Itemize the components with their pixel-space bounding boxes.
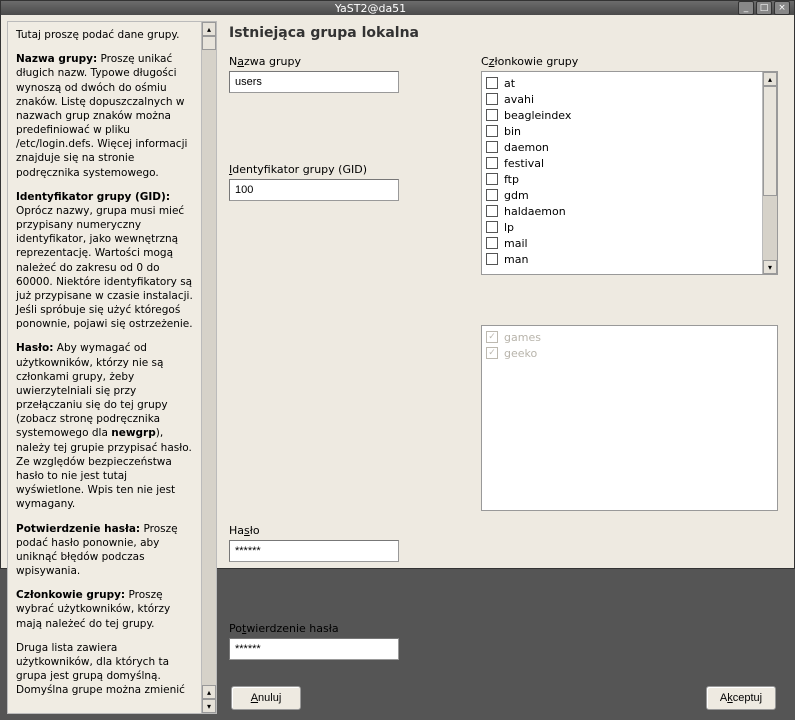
button-bar: Anuluj Akceptuj — [229, 680, 778, 710]
list-item[interactable]: bin — [486, 123, 758, 139]
list-item[interactable]: mail — [486, 235, 758, 251]
list-item[interactable]: man — [486, 251, 758, 267]
gid-input[interactable] — [229, 179, 399, 201]
page-title: Istniejąca grupa lokalna — [229, 25, 778, 41]
help-p5: Członkowie grupy: Proszę wybrać użytkown… — [16, 588, 193, 631]
list-item-label: bin — [504, 125, 521, 138]
maximize-button[interactable]: □ — [756, 1, 772, 15]
help-p4: Potwierdzenie hasła: Proszę podać hasło … — [16, 522, 193, 579]
accept-button[interactable]: Akceptuj — [706, 686, 776, 710]
checkbox[interactable] — [486, 125, 498, 137]
help-panel: Tutaj proszę podać dane grupy. Nazwa gru… — [7, 21, 217, 714]
members-listbox[interactable]: at avahi beagleindex bin daemon festival ftp gd… — [481, 71, 778, 275]
list-item-label: mail — [504, 237, 528, 250]
checkbox[interactable] — [486, 157, 498, 169]
group-name-input[interactable] — [229, 71, 399, 93]
list-item-label: festival — [504, 157, 544, 170]
main-panel: Istniejąca grupa lokalna Nazwa grupy Ide… — [223, 21, 788, 714]
help-p6: Druga lista zawiera użytkowników, dla kt… — [16, 641, 193, 698]
list-item-label: at — [504, 77, 515, 90]
form-right-column: Członkowie grupy at avahi beagleindex bin da… — [481, 55, 778, 680]
scroll-up-icon[interactable]: ▴ — [202, 22, 216, 36]
help-text: Tutaj proszę podać dane grupy. Nazwa gru… — [8, 22, 201, 713]
members-list: at avahi beagleindex bin daemon festival ftp gd… — [482, 72, 762, 274]
group-name-label: Nazwa grupy — [229, 55, 469, 68]
scroll-up-icon[interactable]: ▴ — [763, 72, 777, 86]
list-item-label: geeko — [504, 347, 537, 360]
list-item-label: lp — [504, 221, 514, 234]
help-p1: Nazwa grupy: Proszę unikać długich nazw.… — [16, 52, 193, 180]
help-intro: Tutaj proszę podać dane grupy. — [16, 28, 193, 42]
checkbox[interactable] — [486, 109, 498, 121]
checkbox[interactable] — [486, 221, 498, 233]
checkbox-checked: ✓ — [486, 331, 498, 343]
cancel-button[interactable]: Anuluj — [231, 686, 301, 710]
scroll-up2-icon[interactable]: ▴ — [202, 685, 216, 699]
scroll-down-icon[interactable]: ▾ — [202, 699, 216, 713]
field-confirm: Potwierdzenie hasła — [229, 622, 469, 660]
default-members-listbox: ✓ games ✓ geeko — [481, 325, 778, 511]
form-area: Nazwa grupy Identyfikator grupy (GID) Ha… — [229, 55, 778, 680]
members-scrollbar[interactable]: ▴ ▾ — [762, 72, 777, 274]
field-gid: Identyfikator grupy (GID) — [229, 163, 469, 201]
list-item: ✓ games — [486, 329, 773, 345]
scroll-thumb[interactable] — [763, 86, 777, 196]
window-title: YaST2@da51 — [5, 2, 736, 15]
checkbox[interactable] — [486, 189, 498, 201]
list-item[interactable]: beagleindex — [486, 107, 758, 123]
field-group-name: Nazwa grupy — [229, 55, 469, 93]
form-left-column: Nazwa grupy Identyfikator grupy (GID) Ha… — [229, 55, 469, 680]
list-item-label: ftp — [504, 173, 519, 186]
gid-label: Identyfikator grupy (GID) — [229, 163, 469, 176]
checkbox[interactable] — [486, 205, 498, 217]
checkbox[interactable] — [486, 93, 498, 105]
list-item-label: daemon — [504, 141, 549, 154]
minimize-button[interactable]: _ — [738, 1, 754, 15]
checkbox[interactable] — [486, 141, 498, 153]
help-p3: Hasło: Aby wymagać od użytkowników, któr… — [16, 341, 193, 511]
titlebar: YaST2@da51 _ □ × — [1, 1, 794, 15]
list-item[interactable]: haldaemon — [486, 203, 758, 219]
checkbox[interactable] — [486, 173, 498, 185]
confirm-input[interactable] — [229, 638, 399, 660]
scroll-thumb[interactable] — [202, 36, 216, 50]
confirm-label: Potwierdzenie hasła — [229, 622, 469, 635]
list-item: ✓ geeko — [486, 345, 773, 361]
window: YaST2@da51 _ □ × Tutaj proszę podać dane… — [0, 0, 795, 569]
list-item-label: haldaemon — [504, 205, 566, 218]
list-item[interactable]: daemon — [486, 139, 758, 155]
checkbox[interactable] — [486, 253, 498, 265]
checkbox[interactable] — [486, 77, 498, 89]
help-scrollbar[interactable]: ▴ ▴ ▾ — [201, 22, 216, 713]
content: Tutaj proszę podać dane grupy. Nazwa gru… — [1, 15, 794, 720]
checkbox-checked: ✓ — [486, 347, 498, 359]
scroll-track[interactable] — [763, 86, 777, 260]
list-item-label: games — [504, 331, 541, 344]
default-members-section: ✓ games ✓ geeko — [481, 325, 778, 511]
list-item[interactable]: gdm — [486, 187, 758, 203]
members-label: Członkowie grupy — [481, 55, 778, 68]
close-button[interactable]: × — [774, 1, 790, 15]
list-item[interactable]: ftp — [486, 171, 758, 187]
members-section: Członkowie grupy at avahi beagleindex bin da… — [481, 55, 778, 275]
password-label: Hasło — [229, 524, 469, 537]
list-item[interactable]: at — [486, 75, 758, 91]
list-item-label: beagleindex — [504, 109, 571, 122]
list-item-label: man — [504, 253, 528, 266]
list-item[interactable]: lp — [486, 219, 758, 235]
list-item-label: gdm — [504, 189, 529, 202]
list-item-label: avahi — [504, 93, 534, 106]
list-item[interactable]: festival — [486, 155, 758, 171]
field-password: Hasło — [229, 524, 469, 562]
list-item[interactable]: avahi — [486, 91, 758, 107]
help-p2: Identyfikator grupy (GID): Oprócz nazwy,… — [16, 190, 193, 332]
default-members-list: ✓ games ✓ geeko — [482, 326, 777, 510]
scroll-track[interactable] — [202, 36, 216, 685]
password-input[interactable] — [229, 540, 399, 562]
checkbox[interactable] — [486, 237, 498, 249]
scroll-down-icon[interactable]: ▾ — [763, 260, 777, 274]
